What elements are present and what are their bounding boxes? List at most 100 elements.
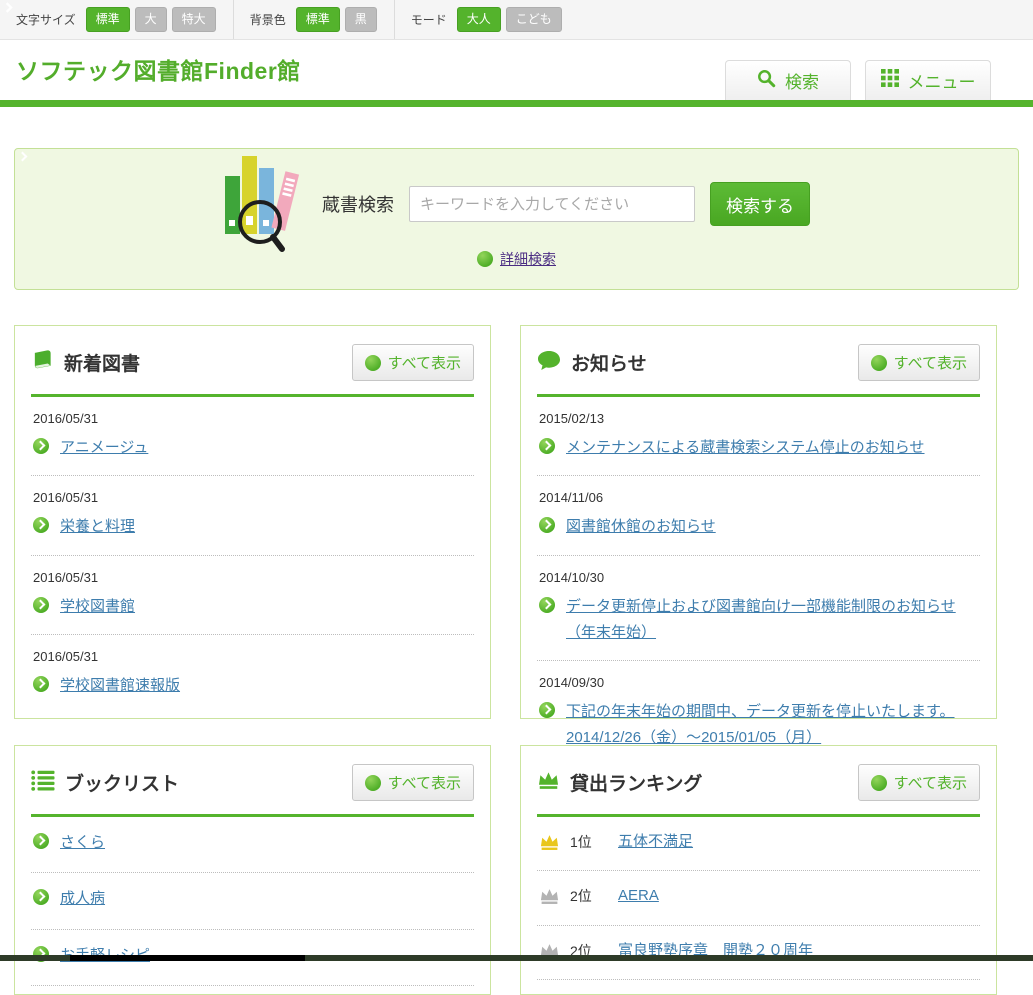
item-link[interactable]: 栄養と料理 (60, 518, 135, 535)
arrow-circle-icon (365, 775, 381, 791)
item-link[interactable]: 学校図書館速報版 (60, 677, 180, 694)
bg-color-black-button[interactable]: 黒 (345, 7, 377, 31)
item-link[interactable]: さくら (60, 834, 105, 851)
header-tabs: 検索 メニュー (725, 60, 991, 100)
header-menu-label: メニュー (908, 68, 976, 93)
list-item: 2016/05/31 栄養と料理 (31, 476, 474, 555)
arrow-circle-icon (33, 676, 49, 692)
item-link-row: 下記の年末年始の期間中、データ更新を停止いたします。2014/12/26（金）～… (539, 699, 980, 752)
font-size-large-button[interactable]: 大 (135, 7, 167, 31)
arrow-circle-icon (539, 438, 555, 454)
show-all-label: すべて表示 (388, 772, 461, 793)
item-date: 2015/02/13 (539, 411, 980, 426)
rank-label: 1位 (570, 832, 604, 852)
mode-kids-button[interactable]: こども (506, 7, 562, 31)
arrow-circle-icon (365, 355, 381, 371)
item-link-row: 学校図書館 (33, 594, 474, 620)
item-link[interactable]: 成人病 (60, 890, 105, 907)
item-link-row: メンテナンスによる蔵書検索システム停止のお知らせ (539, 435, 980, 461)
arrow-circle-icon (539, 702, 555, 718)
arrow-circle-icon (871, 775, 887, 791)
new-books-list: 2016/05/31 アニメージュ 2016/05/31 栄養と料理 2016/… (31, 397, 474, 713)
list-item: 2016/05/31 学校図書館速報版 (31, 635, 474, 713)
item-date: 2014/09/30 (539, 675, 980, 690)
arrow-circle-icon (33, 597, 49, 613)
arrow-circle-icon (539, 517, 555, 533)
item-link[interactable]: アニメージュ (60, 439, 148, 456)
news-title: お知らせ (571, 349, 647, 376)
show-all-label: すべて表示 (894, 772, 967, 793)
news-panel: お知らせ すべて表示 2015/02/13 メンテナンスによる蔵書検索システム停… (520, 325, 997, 719)
search-icon (757, 69, 776, 93)
font-size-label: 文字サイズ (16, 11, 76, 28)
catalog-search-label: 蔵書検索 (322, 191, 394, 217)
new-books-show-all-button[interactable]: すべて表示 (352, 344, 474, 381)
list-item: 2016/05/31 アニメージュ (31, 397, 474, 476)
item-date: 2016/05/31 (33, 490, 474, 505)
catalog-search-input[interactable] (409, 186, 695, 222)
catalog-search-submit-button[interactable]: 検索する (710, 182, 810, 226)
speech-bubble-icon (537, 350, 561, 376)
list-item: 2016/05/31 学校図書館 (31, 556, 474, 635)
menu-grid-icon (881, 69, 899, 92)
font-size-standard-button[interactable]: 標準 (86, 7, 130, 31)
item-link[interactable]: 五体不満足 (618, 829, 693, 855)
item-link[interactable]: データ更新停止および図書館向け一部機能制限のお知らせ（年末年始） (566, 598, 956, 641)
ranking-row: 2位 AERA (537, 871, 980, 925)
font-size-xlarge-button[interactable]: 特大 (172, 7, 216, 31)
item-link[interactable]: 下記の年末年始の期間中、データ更新を停止いたします。2014/12/26（金）～… (566, 703, 955, 746)
content-grid: 新着図書 すべて表示 2016/05/31 アニメージュ 2016/05/31 … (14, 325, 1033, 995)
list-icon (31, 770, 55, 796)
crown-icon (539, 833, 560, 851)
header-search-button[interactable]: 検索 (725, 60, 851, 100)
books-magnifier-illustration-icon (223, 150, 307, 259)
list-item: 成人病 (31, 873, 474, 929)
ranking-row: 1位 五体不満足 (537, 817, 980, 871)
advanced-search-row: 詳細検索 (15, 249, 1018, 269)
ranking-header: 貸出ランキング すべて表示 (537, 746, 980, 801)
item-link-row: 成人病 (33, 886, 474, 912)
toolbar-divider (394, 0, 395, 39)
header-menu-button[interactable]: メニュー (865, 60, 991, 100)
arrow-circle-icon (33, 438, 49, 454)
ranking-row: 2位 富良野塾序章 開塾２０周年 (537, 926, 980, 980)
arrow-circle-icon (871, 355, 887, 371)
show-all-label: すべて表示 (894, 352, 967, 373)
bg-color-standard-button[interactable]: 標準 (296, 7, 340, 31)
item-link-row: データ更新停止および図書館向け一部機能制限のお知らせ（年末年始） (539, 594, 980, 647)
arrow-circle-icon (33, 517, 49, 533)
item-link[interactable]: 学校図書館 (60, 598, 135, 615)
rank-label: 2位 (570, 886, 604, 906)
list-item: 2015/02/13 メンテナンスによる蔵書検索システム停止のお知らせ (537, 397, 980, 476)
crown-icon (539, 887, 560, 905)
booklist-show-all-button[interactable]: すべて表示 (352, 764, 474, 801)
item-link[interactable]: 図書館休館のお知らせ (566, 518, 716, 535)
new-books-title: 新着図書 (64, 349, 140, 376)
site-title: ソフテック図書館Finder館 (16, 40, 301, 102)
item-link[interactable]: メンテナンスによる蔵書検索システム停止のお知らせ (566, 439, 925, 456)
site-header: ソフテック図書館Finder館 検索 メニュー (0, 40, 1033, 100)
item-link-row: 栄養と料理 (33, 514, 474, 540)
item-date: 2014/11/06 (539, 490, 980, 505)
booklist-title: ブックリスト (65, 769, 179, 796)
arrow-circle-icon (539, 597, 555, 613)
advanced-search-link[interactable]: 詳細検索 (500, 249, 556, 269)
arrow-circle-icon (33, 889, 49, 905)
book-icon (31, 349, 54, 376)
footer-strip (0, 955, 1033, 961)
item-date: 2016/05/31 (33, 570, 474, 585)
news-show-all-button[interactable]: すべて表示 (858, 344, 980, 381)
item-date: 2016/05/31 (33, 411, 474, 426)
mode-adult-button[interactable]: 大人 (457, 7, 501, 31)
ranking-show-all-button[interactable]: すべて表示 (858, 764, 980, 801)
item-date: 2016/05/31 (33, 649, 474, 664)
accessibility-toolbar: 文字サイズ 標準 大 特大 背景色 標準 黒 モード 大人 こども (0, 0, 1033, 40)
item-link-row: さくら (33, 830, 474, 856)
list-item: 2014/10/30 データ更新停止および図書館向け一部機能制限のお知らせ（年末… (537, 556, 980, 662)
item-link-row: 図書館休館のお知らせ (539, 514, 980, 540)
new-books-panel: 新着図書 すべて表示 2016/05/31 アニメージュ 2016/05/31 … (14, 325, 491, 719)
item-link[interactable]: AERA (618, 883, 659, 909)
booklist-header: ブックリスト すべて表示 (31, 746, 474, 801)
bg-color-label: 背景色 (250, 11, 286, 28)
footer-strip-segment (70, 955, 305, 961)
